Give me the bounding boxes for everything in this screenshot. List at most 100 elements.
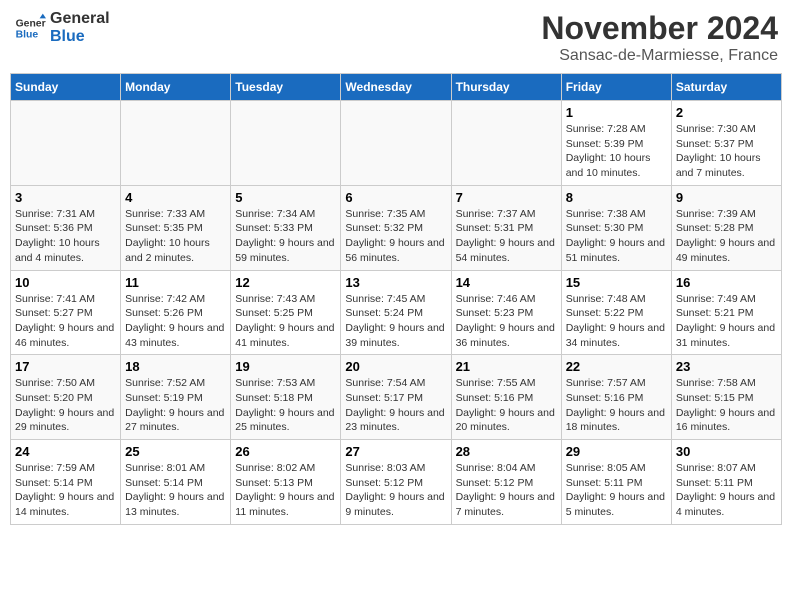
calendar-cell: 15 Sunrise: 7:48 AMSunset: 5:22 PMDayligh…: [561, 270, 671, 355]
day-info: Sunrise: 7:39 AMSunset: 5:28 PMDaylight:…: [676, 207, 777, 266]
day-info: Sunrise: 7:49 AMSunset: 5:21 PMDaylight:…: [676, 292, 777, 351]
day-number: 20: [345, 359, 446, 374]
day-info: Sunrise: 7:42 AMSunset: 5:26 PMDaylight:…: [125, 292, 226, 351]
calendar-cell: [11, 101, 121, 186]
svg-text:Blue: Blue: [16, 30, 39, 41]
day-info: Sunrise: 7:41 AMSunset: 5:27 PMDaylight:…: [15, 292, 116, 351]
day-number: 26: [235, 444, 336, 459]
calendar-cell: 28 Sunrise: 8:04 AMSunset: 5:12 PMDayligh…: [451, 440, 561, 525]
calendar-header-row: SundayMondayTuesdayWednesdayThursdayFrid…: [11, 74, 782, 101]
calendar-cell: 18Sunrise: 7:52 AMSunset: 5:19 PMDayligh…: [121, 355, 231, 440]
day-number: 1: [566, 105, 667, 120]
calendar-table: SundayMondayTuesdayWednesdayThursdayFrid…: [10, 73, 782, 525]
calendar-cell: 24 Sunrise: 7:59 AMSunset: 5:14 PMDayligh…: [11, 440, 121, 525]
calendar-cell: 29 Sunrise: 8:05 AMSunset: 5:11 PMDayligh…: [561, 440, 671, 525]
calendar-cell: 23 Sunrise: 7:58 AMSunset: 5:15 PMDayligh…: [671, 355, 781, 440]
calendar-cell: 4 Sunrise: 7:33 AMSunset: 5:35 PMDaylight…: [121, 185, 231, 270]
day-info: Sunrise: 7:34 AMSunset: 5:33 PMDaylight:…: [235, 207, 336, 266]
day-number: 15: [566, 275, 667, 290]
calendar-cell: 13Sunrise: 7:45 AMSunset: 5:24 PMDayligh…: [341, 270, 451, 355]
calendar-cell: 11Sunrise: 7:42 AMSunset: 5:26 PMDayligh…: [121, 270, 231, 355]
day-number: 5: [235, 190, 336, 205]
calendar-week-4: 24 Sunrise: 7:59 AMSunset: 5:14 PMDayligh…: [11, 440, 782, 525]
col-header-saturday: Saturday: [671, 74, 781, 101]
calendar-cell: 17 Sunrise: 7:50 AMSunset: 5:20 PMDayligh…: [11, 355, 121, 440]
title-block: November 2024 Sansac-de-Marmiesse, Franc…: [541, 10, 778, 65]
calendar-cell: [341, 101, 451, 186]
day-info: Sunrise: 8:07 AMSunset: 5:11 PMDaylight:…: [676, 461, 777, 520]
calendar-cell: 19 Sunrise: 7:53 AMSunset: 5:18 PMDayligh…: [231, 355, 341, 440]
day-info: Sunrise: 7:50 AMSunset: 5:20 PMDaylight:…: [15, 376, 116, 435]
logo-icon: General Blue: [14, 12, 46, 44]
calendar-cell: 9 Sunrise: 7:39 AMSunset: 5:28 PMDaylight…: [671, 185, 781, 270]
day-number: 3: [15, 190, 116, 205]
calendar-cell: 25Sunrise: 8:01 AMSunset: 5:14 PMDayligh…: [121, 440, 231, 525]
calendar-cell: 8 Sunrise: 7:38 AMSunset: 5:30 PMDaylight…: [561, 185, 671, 270]
day-number: 24: [15, 444, 116, 459]
day-info: Sunrise: 7:37 AMSunset: 5:31 PMDaylight:…: [456, 207, 557, 266]
day-number: 22: [566, 359, 667, 374]
day-number: 29: [566, 444, 667, 459]
logo-general: General: [50, 10, 110, 28]
calendar-cell: 5 Sunrise: 7:34 AMSunset: 5:33 PMDaylight…: [231, 185, 341, 270]
calendar-week-3: 17 Sunrise: 7:50 AMSunset: 5:20 PMDayligh…: [11, 355, 782, 440]
calendar-cell: 12 Sunrise: 7:43 AMSunset: 5:25 PMDayligh…: [231, 270, 341, 355]
calendar-cell: 7Sunrise: 7:37 AMSunset: 5:31 PMDaylight…: [451, 185, 561, 270]
col-header-sunday: Sunday: [11, 74, 121, 101]
day-number: 4: [125, 190, 226, 205]
day-number: 14: [456, 275, 557, 290]
day-number: 27: [345, 444, 446, 459]
calendar-week-0: 1 Sunrise: 7:28 AMSunset: 5:39 PMDaylight…: [11, 101, 782, 186]
calendar-cell: 3Sunrise: 7:31 AMSunset: 5:36 PMDaylight…: [11, 185, 121, 270]
calendar-cell: [121, 101, 231, 186]
col-header-friday: Friday: [561, 74, 671, 101]
day-info: Sunrise: 7:28 AMSunset: 5:39 PMDaylight:…: [566, 122, 667, 181]
day-info: Sunrise: 7:54 AMSunset: 5:17 PMDaylight:…: [345, 376, 446, 435]
day-info: Sunrise: 8:04 AMSunset: 5:12 PMDaylight:…: [456, 461, 557, 520]
day-info: Sunrise: 7:57 AMSunset: 5:16 PMDaylight:…: [566, 376, 667, 435]
day-info: Sunrise: 7:38 AMSunset: 5:30 PMDaylight:…: [566, 207, 667, 266]
day-number: 19: [235, 359, 336, 374]
day-info: Sunrise: 8:05 AMSunset: 5:11 PMDaylight:…: [566, 461, 667, 520]
calendar-cell: 26Sunrise: 8:02 AMSunset: 5:13 PMDayligh…: [231, 440, 341, 525]
calendar-cell: 27Sunrise: 8:03 AMSunset: 5:12 PMDayligh…: [341, 440, 451, 525]
logo: General Blue General Blue: [14, 10, 110, 46]
day-number: 9: [676, 190, 777, 205]
col-header-tuesday: Tuesday: [231, 74, 341, 101]
day-info: Sunrise: 7:58 AMSunset: 5:15 PMDaylight:…: [676, 376, 777, 435]
day-info: Sunrise: 7:48 AMSunset: 5:22 PMDaylight:…: [566, 292, 667, 351]
day-info: Sunrise: 7:59 AMSunset: 5:14 PMDaylight:…: [15, 461, 116, 520]
day-number: 23: [676, 359, 777, 374]
logo-blue: Blue: [50, 28, 110, 46]
day-info: Sunrise: 7:46 AMSunset: 5:23 PMDaylight:…: [456, 292, 557, 351]
day-info: Sunrise: 7:52 AMSunset: 5:19 PMDaylight:…: [125, 376, 226, 435]
day-number: 17: [15, 359, 116, 374]
day-number: 30: [676, 444, 777, 459]
calendar-cell: 2Sunrise: 7:30 AMSunset: 5:37 PMDaylight…: [671, 101, 781, 186]
day-number: 16: [676, 275, 777, 290]
day-number: 8: [566, 190, 667, 205]
calendar-cell: 21 Sunrise: 7:55 AMSunset: 5:16 PMDayligh…: [451, 355, 561, 440]
col-header-wednesday: Wednesday: [341, 74, 451, 101]
calendar-cell: 22 Sunrise: 7:57 AMSunset: 5:16 PMDayligh…: [561, 355, 671, 440]
day-number: 12: [235, 275, 336, 290]
day-number: 21: [456, 359, 557, 374]
calendar-cell: 16 Sunrise: 7:49 AMSunset: 5:21 PMDayligh…: [671, 270, 781, 355]
day-number: 6: [345, 190, 446, 205]
day-info: Sunrise: 7:43 AMSunset: 5:25 PMDaylight:…: [235, 292, 336, 351]
calendar-week-1: 3Sunrise: 7:31 AMSunset: 5:36 PMDaylight…: [11, 185, 782, 270]
day-info: Sunrise: 7:33 AMSunset: 5:35 PMDaylight:…: [125, 207, 226, 266]
svg-text:General: General: [16, 18, 46, 29]
day-info: Sunrise: 7:53 AMSunset: 5:18 PMDaylight:…: [235, 376, 336, 435]
day-number: 25: [125, 444, 226, 459]
day-info: Sunrise: 7:35 AMSunset: 5:32 PMDaylight:…: [345, 207, 446, 266]
day-info: Sunrise: 7:55 AMSunset: 5:16 PMDaylight:…: [456, 376, 557, 435]
day-number: 10: [15, 275, 116, 290]
calendar-cell: 30 Sunrise: 8:07 AMSunset: 5:11 PMDayligh…: [671, 440, 781, 525]
month-title: November 2024: [541, 10, 778, 47]
day-info: Sunrise: 7:45 AMSunset: 5:24 PMDaylight:…: [345, 292, 446, 351]
calendar-cell: [231, 101, 341, 186]
calendar-cell: [451, 101, 561, 186]
day-number: 28: [456, 444, 557, 459]
calendar-cell: 10 Sunrise: 7:41 AMSunset: 5:27 PMDayligh…: [11, 270, 121, 355]
